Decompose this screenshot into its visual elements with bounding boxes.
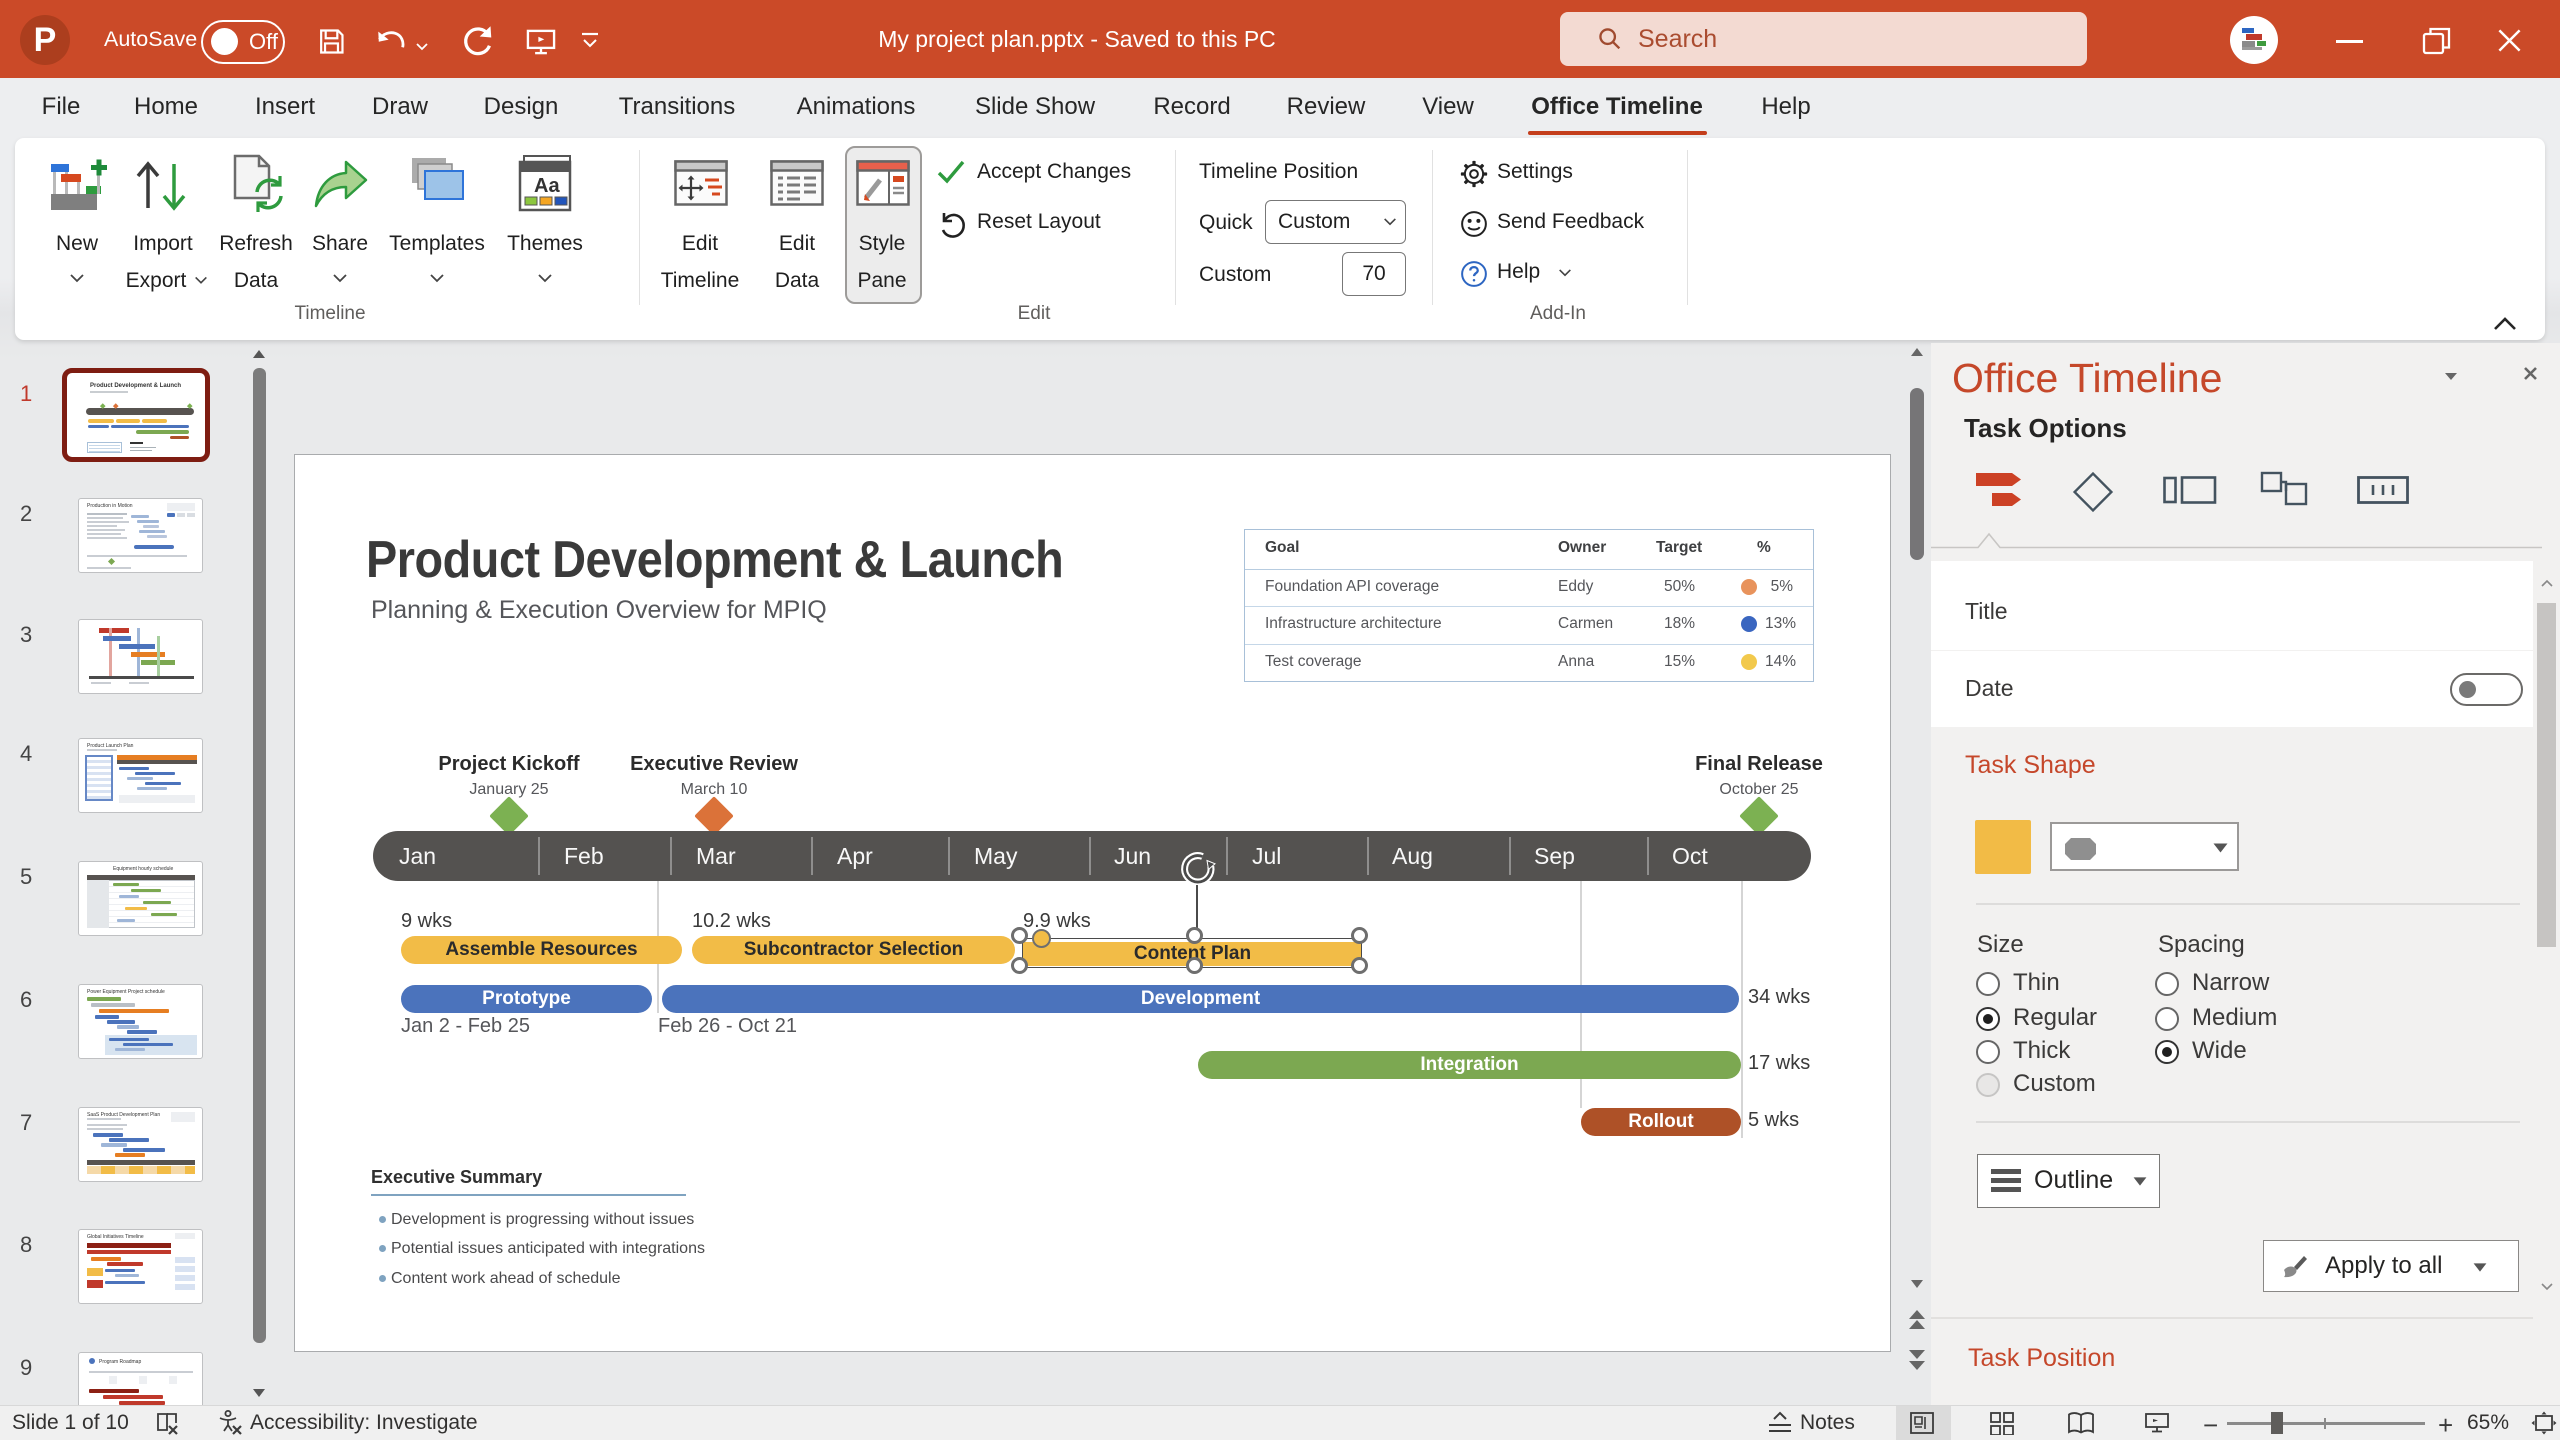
svg-text:Aa: Aa (534, 175, 560, 197)
